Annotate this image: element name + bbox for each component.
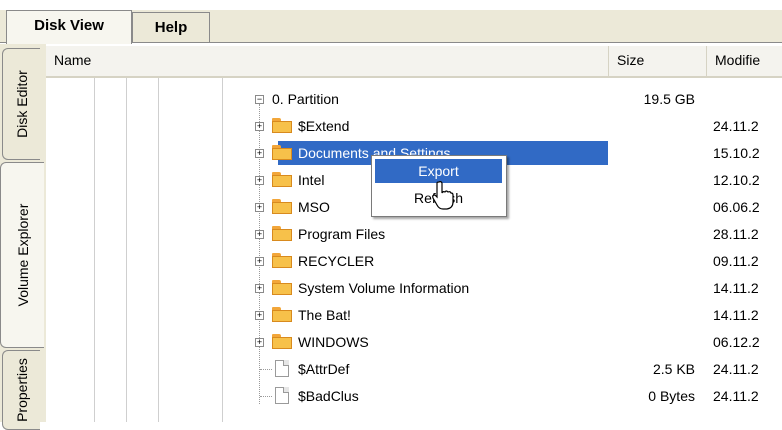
item-modified: 09.11.2	[713, 253, 759, 269]
column-header: Name Size Modifie	[46, 46, 782, 78]
plus-expander-icon[interactable]: +	[255, 122, 264, 131]
plus-expander-icon[interactable]: +	[255, 257, 264, 266]
folder-icon	[272, 145, 292, 160]
item-name: System Volume Information	[298, 280, 470, 296]
item-modified: 06.06.2	[713, 199, 760, 215]
side-tab-volume-explorer[interactable]: Volume Explorer	[0, 162, 44, 348]
folder-icon	[272, 307, 292, 322]
plus-expander-icon[interactable]: +	[255, 284, 264, 293]
plus-expander-icon[interactable]: +	[255, 338, 264, 347]
list-item[interactable]: $AttrDef 2.5 KB 24.11.2	[46, 356, 782, 382]
partition-row[interactable]: − 0. Partition 19.5 GB	[46, 86, 782, 112]
top-tab-strip: Disk View Help	[0, 0, 782, 46]
list-item[interactable]: + WINDOWS 06.12.2	[46, 329, 782, 355]
item-modified: 14.11.2	[713, 307, 759, 323]
partition-size: 19.5 GB	[643, 91, 695, 107]
side-tab-label: Disk Editor	[13, 70, 30, 138]
plus-expander-icon[interactable]: +	[255, 203, 264, 212]
side-tab-label: Properties	[13, 358, 30, 422]
side-tab-properties[interactable]: Properties	[2, 350, 40, 430]
column-size-header[interactable]: Size	[609, 46, 707, 76]
file-icon	[275, 360, 289, 377]
item-size: 0 Bytes	[648, 388, 695, 404]
item-modified: 24.11.2	[713, 361, 759, 377]
folder-icon	[272, 199, 292, 214]
item-modified: 14.11.2	[713, 280, 759, 296]
item-name: RECYCLER	[298, 253, 375, 269]
list-item[interactable]: + The Bat! 14.11.2	[46, 302, 782, 328]
folder-icon	[272, 172, 292, 187]
item-size: 2.5 KB	[652, 361, 695, 377]
tab-help[interactable]: Help	[132, 12, 210, 42]
tab-disk-view[interactable]: Disk View	[6, 10, 132, 44]
side-tab-label: Volume Explorer	[14, 203, 31, 307]
item-name: Intel	[298, 172, 325, 188]
plus-expander-icon[interactable]: +	[255, 230, 264, 239]
item-name: The Bat!	[298, 307, 351, 323]
tree-connector	[260, 369, 272, 371]
list-item[interactable]: + System Volume Information 14.11.2	[46, 275, 782, 301]
folder-icon	[272, 118, 292, 133]
item-name: $AttrDef	[298, 361, 350, 377]
column-name-header[interactable]: Name	[46, 46, 609, 76]
tree-connector	[260, 396, 272, 398]
list-item[interactable]: + $Extend 24.11.2	[46, 113, 782, 139]
minus-expander-icon[interactable]: −	[255, 95, 264, 104]
list-item[interactable]: + RECYCLER 09.11.2	[46, 248, 782, 274]
folder-icon	[272, 334, 292, 349]
item-modified: 06.12.2	[713, 334, 760, 350]
plus-expander-icon[interactable]: +	[255, 176, 264, 185]
item-modified: 24.11.2	[713, 118, 759, 134]
item-name: WINDOWS	[298, 334, 369, 350]
list-item[interactable]: $BadClus 0 Bytes 24.11.2	[46, 383, 782, 409]
file-list-view[interactable]: Name Size Modifie − 0. Partition 19.5 GB…	[46, 46, 782, 422]
partition-label: 0. Partition	[272, 91, 339, 107]
folder-icon	[272, 280, 292, 295]
column-modified-header[interactable]: Modifie	[707, 46, 782, 76]
item-modified: 24.11.2	[713, 388, 759, 404]
plus-expander-icon[interactable]: +	[255, 149, 264, 158]
item-name: $Extend	[298, 118, 350, 134]
list-item[interactable]: + Program Files 28.11.2	[46, 221, 782, 247]
file-icon	[275, 387, 289, 404]
item-modified: 15.10.2	[713, 145, 760, 161]
item-modified: 28.11.2	[713, 226, 759, 242]
item-name: MSO	[298, 199, 330, 215]
side-tab-disk-editor[interactable]: Disk Editor	[2, 48, 40, 160]
item-name: Program Files	[298, 226, 386, 242]
folder-icon	[272, 253, 292, 268]
hand-cursor-icon	[432, 181, 454, 210]
folder-icon	[272, 226, 292, 241]
item-modified: 12.10.2	[713, 172, 760, 188]
plus-expander-icon[interactable]: +	[255, 311, 264, 320]
side-tab-strip: Disk Editor Volume Explorer Properties	[0, 44, 46, 430]
item-name: $BadClus	[298, 388, 359, 404]
